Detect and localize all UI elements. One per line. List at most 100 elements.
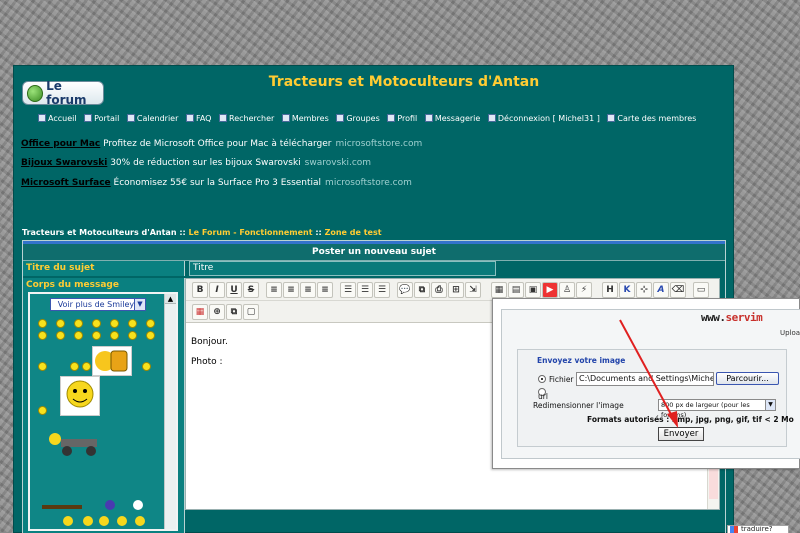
mail-icon bbox=[424, 114, 433, 122]
spoiler-button[interactable]: ⎙ bbox=[431, 282, 447, 298]
list-button[interactable]: ☰ bbox=[340, 282, 356, 298]
numbered-list-button[interactable]: ☰ bbox=[357, 282, 373, 298]
smiley-icon[interactable] bbox=[70, 362, 79, 371]
smiley-icon[interactable] bbox=[74, 331, 83, 340]
italic-button[interactable]: I bbox=[209, 282, 225, 298]
code-button[interactable]: ⧉ bbox=[414, 282, 430, 298]
smiley-icon[interactable] bbox=[38, 331, 47, 340]
translate-icon bbox=[730, 526, 738, 533]
servimg-logo: www.servim bbox=[701, 311, 763, 324]
table-button[interactable]: ▦ bbox=[491, 282, 507, 298]
underline-button[interactable]: U bbox=[226, 282, 242, 298]
special-button[interactable]: ⊹ bbox=[636, 282, 652, 298]
smiley-icon[interactable] bbox=[110, 319, 119, 328]
nav-item-deconnexion[interactable]: Déconnexion [ Michel31 ] bbox=[487, 114, 600, 123]
page-button[interactable]: ▢ bbox=[243, 304, 259, 320]
smiley-icon[interactable] bbox=[38, 319, 47, 328]
title-input[interactable]: Titre bbox=[189, 261, 496, 276]
faq-icon bbox=[185, 114, 194, 122]
justify-button[interactable]: ≡ bbox=[317, 282, 333, 298]
smiley-icon[interactable] bbox=[56, 319, 65, 328]
smiley-big-icon[interactable] bbox=[60, 376, 100, 416]
nav-item-calendrier[interactable]: Calendrier bbox=[126, 114, 178, 123]
youtube-button[interactable]: ▶ bbox=[542, 282, 558, 298]
nav-item-rechercher[interactable]: Rechercher bbox=[219, 114, 274, 123]
logout-icon bbox=[487, 114, 496, 122]
smiley-icon[interactable] bbox=[146, 319, 155, 328]
ad-link[interactable]: Office pour Mac bbox=[21, 139, 100, 149]
search-icon bbox=[219, 114, 227, 122]
send-button[interactable]: Envoyer bbox=[658, 427, 704, 441]
insert-button[interactable]: ⊕ bbox=[209, 304, 225, 320]
breadcrumb-subsection[interactable]: Zone de test bbox=[325, 228, 382, 237]
profile-icon bbox=[387, 114, 396, 122]
forum-logo[interactable]: Le forum bbox=[22, 79, 104, 107]
align-right-button[interactable]: ≡ bbox=[300, 282, 316, 298]
members-icon bbox=[281, 114, 290, 122]
smiley-icon[interactable] bbox=[38, 362, 47, 371]
smiley-face-icon bbox=[66, 380, 94, 408]
align-left-button[interactable]: ≡ bbox=[266, 282, 282, 298]
resize-select[interactable]: 800 px de largeur (pour les forums) ▼ bbox=[658, 399, 776, 419]
calendar-insert-button[interactable]: ▦ bbox=[192, 304, 208, 320]
bold-button[interactable]: B bbox=[192, 282, 208, 298]
color-button[interactable]: A bbox=[653, 282, 669, 298]
url-label: url bbox=[538, 392, 548, 401]
smiley-icon[interactable] bbox=[92, 331, 101, 340]
file-radio[interactable] bbox=[538, 375, 546, 383]
smiley-icon[interactable] bbox=[128, 331, 137, 340]
hide-button[interactable]: ⊞ bbox=[448, 282, 464, 298]
nav-item-profil[interactable]: Profil bbox=[387, 114, 417, 123]
file-input[interactable]: C:\Documents and Settings\Michel bbox=[576, 372, 714, 386]
smiley-icon[interactable] bbox=[146, 331, 155, 340]
browse-button[interactable]: Parcourir... bbox=[716, 372, 779, 385]
smiley-icon[interactable] bbox=[38, 406, 47, 415]
ad-link[interactable]: Microsoft Surface bbox=[21, 178, 111, 188]
smiley-icon[interactable] bbox=[110, 331, 119, 340]
ad-link[interactable]: Bijoux Swarovski bbox=[21, 158, 107, 168]
indent-button[interactable]: ☰ bbox=[374, 282, 390, 298]
smiley-big-icon[interactable] bbox=[92, 346, 132, 376]
scroll-button[interactable]: ⇲ bbox=[465, 282, 481, 298]
map-icon bbox=[607, 114, 616, 122]
nav-item-groupes[interactable]: Groupes bbox=[336, 114, 380, 123]
toggle-mode-button[interactable]: ▭ bbox=[693, 282, 709, 298]
copy-button[interactable]: ⧉ bbox=[226, 304, 242, 320]
smiley-icon[interactable] bbox=[92, 319, 101, 328]
title-label: Titre du sujet bbox=[23, 261, 185, 276]
ad-line: Bijoux Swarovski 30% de réduction sur le… bbox=[21, 158, 372, 168]
nav-item-membres[interactable]: Membres bbox=[281, 114, 329, 123]
heading-button[interactable]: H bbox=[602, 282, 618, 298]
nav-item-messagerie[interactable]: Messagerie bbox=[424, 114, 480, 123]
allowed-formats: Formats autorisés : bmp, jpg, png, gif, … bbox=[587, 415, 794, 424]
image-button[interactable]: ▤ bbox=[508, 282, 524, 298]
file-label: Fichier bbox=[549, 375, 574, 384]
smiley-icon[interactable] bbox=[128, 319, 137, 328]
align-center-button[interactable]: ≡ bbox=[283, 282, 299, 298]
flash-button[interactable]: ⚡ bbox=[576, 282, 592, 298]
chess-button[interactable]: ♙ bbox=[559, 282, 575, 298]
smiley-icon[interactable] bbox=[74, 319, 83, 328]
nav-item-faq[interactable]: FAQ bbox=[185, 114, 211, 123]
nav-item-carte[interactable]: Carte des membres bbox=[607, 114, 696, 123]
smiley-icon[interactable] bbox=[142, 362, 151, 371]
site-title: Tracteurs et Motoculteurs d'Antan bbox=[268, 74, 540, 90]
font-button[interactable]: K bbox=[619, 282, 635, 298]
strike-button[interactable]: S bbox=[243, 282, 259, 298]
smiley-scrollbar[interactable]: ▲ bbox=[164, 294, 176, 529]
smiley-tractor-icon[interactable] bbox=[45, 429, 105, 457]
quote-button[interactable]: 💬 bbox=[397, 282, 413, 298]
erase-button[interactable]: ⌫ bbox=[670, 282, 686, 298]
nav-item-portail[interactable]: Portail bbox=[84, 114, 119, 123]
smiley-icon[interactable] bbox=[56, 331, 65, 340]
host-image-button[interactable]: ▣ bbox=[525, 282, 541, 298]
portal-icon bbox=[84, 114, 93, 122]
smiley-select[interactable]: Voir plus de Smileys ▼ bbox=[50, 298, 146, 311]
translate-widget[interactable]: traduire? bbox=[727, 525, 789, 533]
breadcrumb-section[interactable]: Le Forum - Fonctionnement bbox=[189, 228, 313, 237]
breadcrumb-home[interactable]: Tracteurs et Motoculteurs d'Antan bbox=[22, 228, 177, 237]
upload-title: Envoyez votre image bbox=[537, 356, 626, 365]
editor-text[interactable]: Bonjour. Photo : bbox=[191, 332, 228, 372]
smiley-icon[interactable] bbox=[82, 362, 91, 371]
nav-item-accueil[interactable]: Accueil bbox=[38, 114, 77, 123]
